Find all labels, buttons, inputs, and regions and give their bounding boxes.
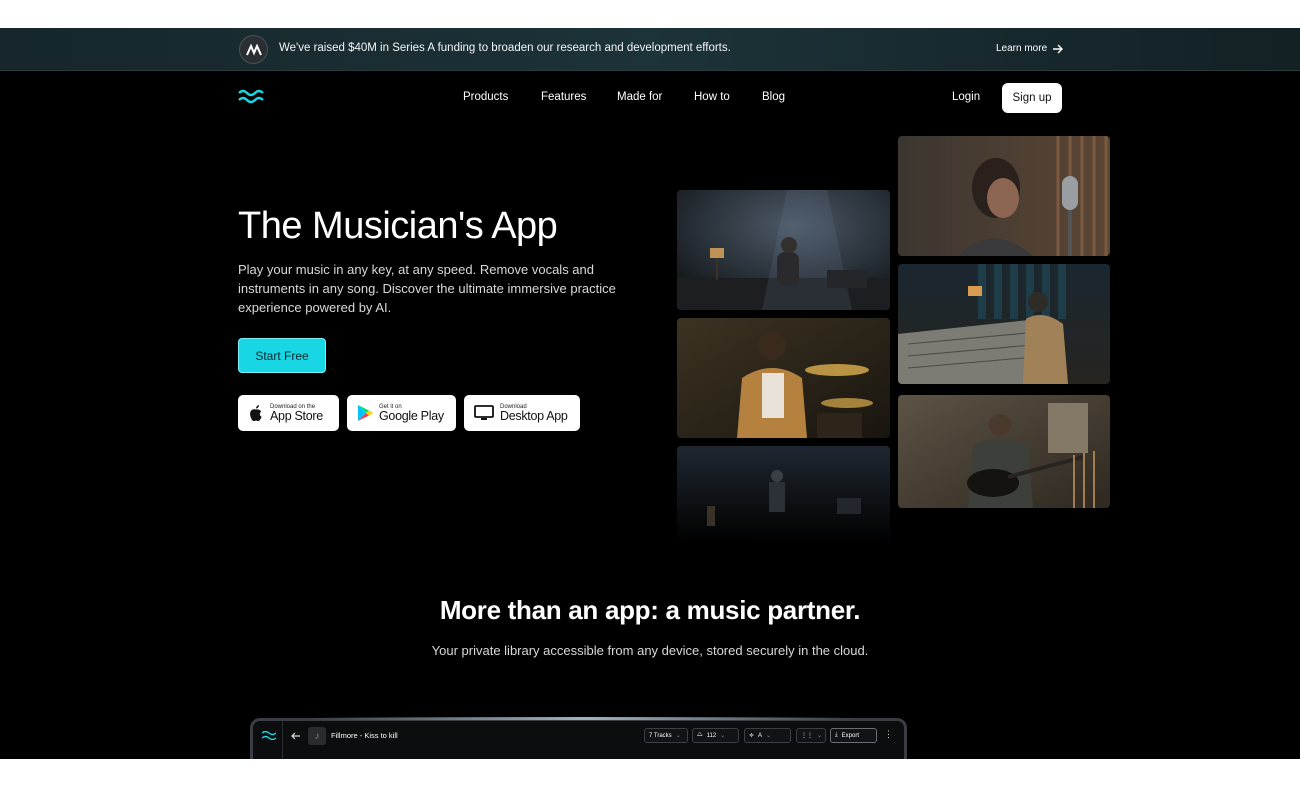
app-preview: ♪ Fillmore - Kiss to kill 7 Tracks ⌄ ⧍ 112… xyxy=(250,717,907,759)
main-nav: Products Features Made for How to Blog L… xyxy=(0,71,1300,127)
desktop-icon xyxy=(474,405,494,420)
download-icon: ⤓ xyxy=(835,732,838,738)
moises-badge-icon xyxy=(239,35,268,64)
google-play-button[interactable]: Get it on Google Play xyxy=(347,395,456,431)
song-title: Fillmore - Kiss to kill xyxy=(331,731,398,740)
desktop-app-label: Desktop App xyxy=(500,408,568,423)
chevron-down-icon: ⌄ xyxy=(720,733,726,739)
photo-vocalist xyxy=(898,136,1110,256)
signup-button[interactable]: Sign up xyxy=(1002,83,1062,113)
more-options-icon[interactable]: ⋮ xyxy=(884,729,893,740)
tempo-select[interactable]: ⧍ 112 ⌄ xyxy=(692,728,739,743)
photo-guitarist-dark xyxy=(677,446,890,543)
mixer-icon: ⋮⋮ xyxy=(801,733,813,739)
page: We've raised $40M in Series A funding to… xyxy=(0,28,1300,759)
chevron-down-icon: ⌄ xyxy=(675,733,681,739)
tempo-value: 112 xyxy=(706,732,717,739)
song-thumbnail-icon: ♪ xyxy=(308,727,326,745)
google-play-icon xyxy=(358,405,373,421)
announcement-text: We've raised $40M in Series A funding to… xyxy=(279,42,731,54)
key-value: A xyxy=(758,732,763,739)
app-store-label: App Store xyxy=(270,408,323,423)
back-arrow-icon[interactable] xyxy=(291,732,301,740)
tracks-select[interactable]: 7 Tracks ⌄ xyxy=(644,728,688,743)
login-link[interactable]: Login xyxy=(952,91,980,103)
start-free-button[interactable]: Start Free xyxy=(238,338,326,373)
announcement-bar: We've raised $40M in Series A funding to… xyxy=(0,28,1300,71)
hero-title: The Musician's App xyxy=(238,205,558,247)
learn-more-link[interactable]: Learn more xyxy=(996,43,1064,54)
section-subtitle: Your private library accessible from any… xyxy=(431,643,869,658)
photo-drummer xyxy=(677,318,890,438)
export-button[interactable]: ⤓ Export xyxy=(830,728,877,743)
export-label: Export xyxy=(841,732,859,739)
desktop-app-button[interactable]: Download Desktop App xyxy=(464,395,580,431)
metronome-icon: ⧍ xyxy=(697,732,703,738)
nav-blog[interactable]: Blog xyxy=(762,91,785,103)
learn-more-label: Learn more xyxy=(996,43,1048,54)
key-select[interactable]: ≑ A ⌄ xyxy=(744,728,791,743)
app-store-button[interactable]: Download on the App Store xyxy=(238,395,339,431)
nav-how-to[interactable]: How to xyxy=(694,91,730,103)
chevron-down-icon: ⌄ xyxy=(766,733,772,739)
apple-icon xyxy=(250,405,262,422)
chevron-down-icon: ⌄ xyxy=(817,733,823,739)
hero-subtitle: Play your music in any key, at any speed… xyxy=(238,262,616,315)
mixer-select[interactable]: ⋮⋮ ⌄ xyxy=(796,728,826,743)
photo-studio-mixer xyxy=(898,264,1110,384)
app-sidebar-divider xyxy=(282,721,283,759)
nav-features[interactable]: Features xyxy=(541,91,586,103)
app-preview-glow xyxy=(313,717,853,720)
nav-products[interactable]: Products xyxy=(463,91,508,103)
arrow-right-icon xyxy=(1053,44,1064,53)
photo-electric-guitarist xyxy=(898,395,1110,508)
app-logo-icon xyxy=(262,731,276,740)
google-play-label: Google Play xyxy=(379,408,444,423)
tracks-label: 7 Tracks xyxy=(649,732,672,739)
section-title: More than an app: a music partner. xyxy=(439,595,861,625)
moises-logo-icon[interactable] xyxy=(238,89,266,107)
nav-made-for[interactable]: Made for xyxy=(617,91,662,103)
photo-singer-guitar xyxy=(677,190,890,310)
pitch-icon: ≑ xyxy=(749,733,755,739)
